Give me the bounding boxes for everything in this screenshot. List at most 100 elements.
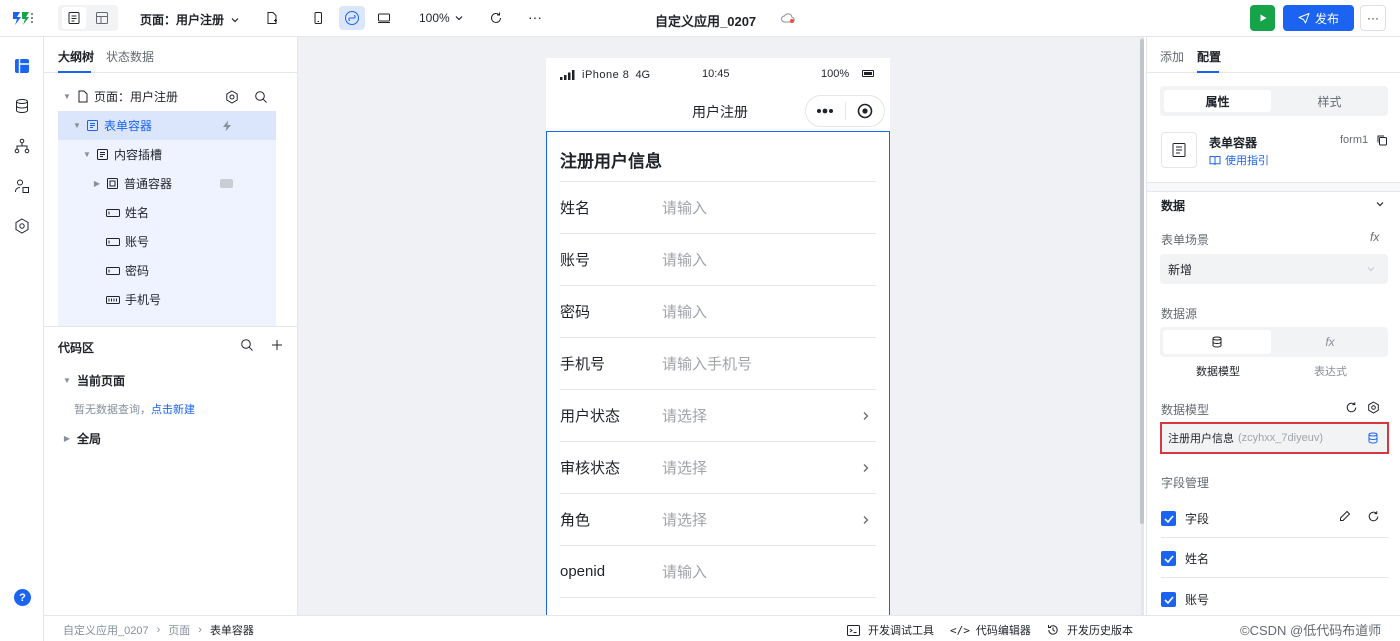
outline-icon[interactable] — [11, 55, 33, 77]
form-input-placeholder[interactable]: 请输入 — [662, 561, 876, 582]
cloud-sync-icon[interactable] — [780, 10, 796, 26]
tree-item[interactable]: 账号 — [58, 227, 276, 256]
tab-config[interactable]: 配置 — [1197, 48, 1221, 65]
add-icon[interactable] — [269, 337, 285, 353]
form-input-placeholder[interactable]: 请输入 — [662, 197, 876, 218]
data-model-option[interactable] — [1163, 330, 1271, 354]
tree-item[interactable]: ▼ 页面：用户注册 — [58, 82, 276, 111]
breadcrumb-page[interactable]: 页面 — [168, 622, 190, 638]
components-icon[interactable] — [11, 175, 33, 197]
refresh-icon[interactable] — [486, 8, 506, 28]
edit-icon[interactable] — [1338, 509, 1352, 523]
field-refresh-icon[interactable] — [1366, 509, 1380, 523]
copy-icon[interactable] — [1375, 133, 1389, 147]
caret-down-icon[interactable]: ▼ — [72, 121, 82, 130]
history-button[interactable]: 开发历史版本 — [1047, 622, 1133, 638]
breadcrumb-component[interactable]: 表单容器 — [210, 622, 254, 638]
global-group[interactable]: ▶ 全局 — [62, 430, 101, 447]
tree-item[interactable]: ▼ 表单容器 — [58, 111, 276, 140]
page-selector[interactable]: 页面：用户注册 — [140, 11, 240, 28]
form-select-placeholder[interactable]: 请选择 — [662, 457, 862, 478]
chevron-down-icon[interactable] — [1373, 197, 1387, 211]
checkbox-checked-icon[interactable] — [1161, 511, 1176, 526]
capsule-menu[interactable] — [805, 95, 885, 127]
tab-state-data[interactable]: 状态数据 — [106, 48, 154, 65]
help-icon[interactable]: ? — [14, 589, 31, 606]
chevron-right-icon — [862, 411, 876, 421]
expression-option-icon[interactable]: fx — [1275, 330, 1385, 354]
zoom-selector[interactable]: 100% — [419, 11, 464, 25]
breadcrumb-app[interactable]: 自定义应用_0207 — [63, 622, 149, 638]
workflow-icon[interactable] — [11, 135, 33, 157]
desktop-view-icon[interactable] — [374, 8, 394, 28]
code-search-icon[interactable] — [239, 337, 255, 353]
tree-item[interactable]: 手机号 — [58, 285, 276, 314]
form-field-label: 手机号 — [560, 356, 606, 373]
field-row[interactable]: 字段 — [1161, 510, 1209, 527]
right-panel: 添加 配置 属性 样式 表单容器 使用指引 form1 数据 表单场景 fx 新… — [1146, 37, 1400, 615]
outline-view-icon[interactable] — [62, 7, 86, 29]
tree-item[interactable]: 姓名 — [58, 198, 276, 227]
form-field-row[interactable]: 用户状态 请选择 — [560, 390, 876, 442]
form-field-row[interactable]: 账号 请输入 — [560, 234, 876, 286]
miniprogram-view-icon[interactable] — [339, 6, 365, 30]
database-link-icon[interactable] — [1366, 431, 1380, 445]
guide-link[interactable]: 使用指引 — [1209, 152, 1269, 168]
page-settings-icon[interactable] — [224, 89, 240, 105]
run-button[interactable] — [1250, 5, 1275, 31]
tree-item[interactable]: 密码 — [58, 256, 276, 285]
create-query-link[interactable]: 点击新建 — [151, 404, 195, 416]
form-field-row[interactable]: 姓名 请输入 — [560, 182, 876, 234]
add-page-icon[interactable] — [262, 8, 282, 28]
field-label: 账号 — [1185, 593, 1210, 607]
lightning-icon[interactable] — [220, 119, 234, 133]
seg-style[interactable]: 样式 — [1275, 90, 1384, 112]
form-input-placeholder[interactable]: 请输入 — [662, 301, 876, 322]
form-scene-value: 新增 — [1168, 262, 1193, 277]
field-row[interactable]: 姓名 — [1161, 550, 1209, 567]
search-icon[interactable] — [253, 89, 269, 105]
form-select-placeholder[interactable]: 请选择 — [662, 509, 862, 530]
tree-item[interactable]: ▼ 内容插槽 — [58, 140, 276, 169]
form-field-row[interactable]: 手机号 请输入手机号 — [560, 338, 876, 390]
tree-item[interactable]: ▶ 普通容器 — [58, 169, 276, 198]
gear-icon[interactable] — [1366, 400, 1380, 414]
tab-add[interactable]: 添加 — [1160, 48, 1184, 65]
layout-view-icon[interactable] — [90, 7, 114, 29]
capsule-close-icon[interactable] — [845, 103, 884, 119]
field-row[interactable]: 账号 — [1161, 591, 1209, 608]
settings-hex-icon[interactable] — [11, 215, 33, 237]
caret-down-icon[interactable]: ▼ — [62, 92, 72, 101]
form-field-row[interactable]: openid 请输入 — [560, 546, 876, 598]
form-input-placeholder[interactable]: 请输入 — [662, 249, 876, 270]
capsule-more-icon[interactable] — [806, 108, 845, 114]
form-field-row[interactable]: 角色 请选择 — [560, 494, 876, 546]
form-scene-select[interactable]: 新增 — [1160, 254, 1388, 284]
divider — [1147, 191, 1400, 192]
canvas-scrollbar[interactable] — [1140, 39, 1144, 524]
code-editor-button[interactable]: </> 代码编辑器 — [950, 622, 1031, 638]
seg-properties[interactable]: 属性 — [1164, 90, 1271, 112]
refresh-icon[interactable] — [1344, 400, 1358, 414]
caret-right-icon[interactable]: ▶ — [92, 179, 102, 188]
mobile-view-icon[interactable] — [308, 8, 328, 28]
form-field-row[interactable]: 审核状态 请选择 — [560, 442, 876, 494]
form-input-placeholder[interactable]: 请输入手机号 — [662, 353, 876, 374]
form-field-row[interactable]: 密码 请输入 — [560, 286, 876, 338]
more-icon[interactable]: ··· — [528, 9, 542, 25]
form-select-placeholder[interactable]: 请选择 — [662, 405, 862, 426]
tab-outline-tree[interactable]: 大纲树 — [58, 48, 94, 65]
component-id: form1 — [1340, 134, 1369, 146]
more-menu-button[interactable]: ··· — [1360, 5, 1386, 31]
phone-frame: iPhone 8 4G 10:45 100% 用户注册 注册用户信息 姓名 请输入… — [546, 58, 890, 615]
caret-down-icon[interactable]: ▼ — [82, 150, 92, 159]
app-logo-icon[interactable] — [10, 8, 34, 28]
checkbox-checked-icon[interactable] — [1161, 551, 1176, 566]
current-page-group[interactable]: ▼ 当前页面 — [62, 372, 125, 389]
fx-icon[interactable]: fx — [1370, 230, 1379, 244]
checkbox-checked-icon[interactable] — [1161, 592, 1176, 607]
database-icon[interactable] — [11, 95, 33, 117]
chevron-down-icon — [1366, 264, 1376, 274]
debug-tool-button[interactable]: 开发调试工具 — [847, 622, 934, 638]
publish-button[interactable]: 发布 — [1283, 5, 1354, 31]
